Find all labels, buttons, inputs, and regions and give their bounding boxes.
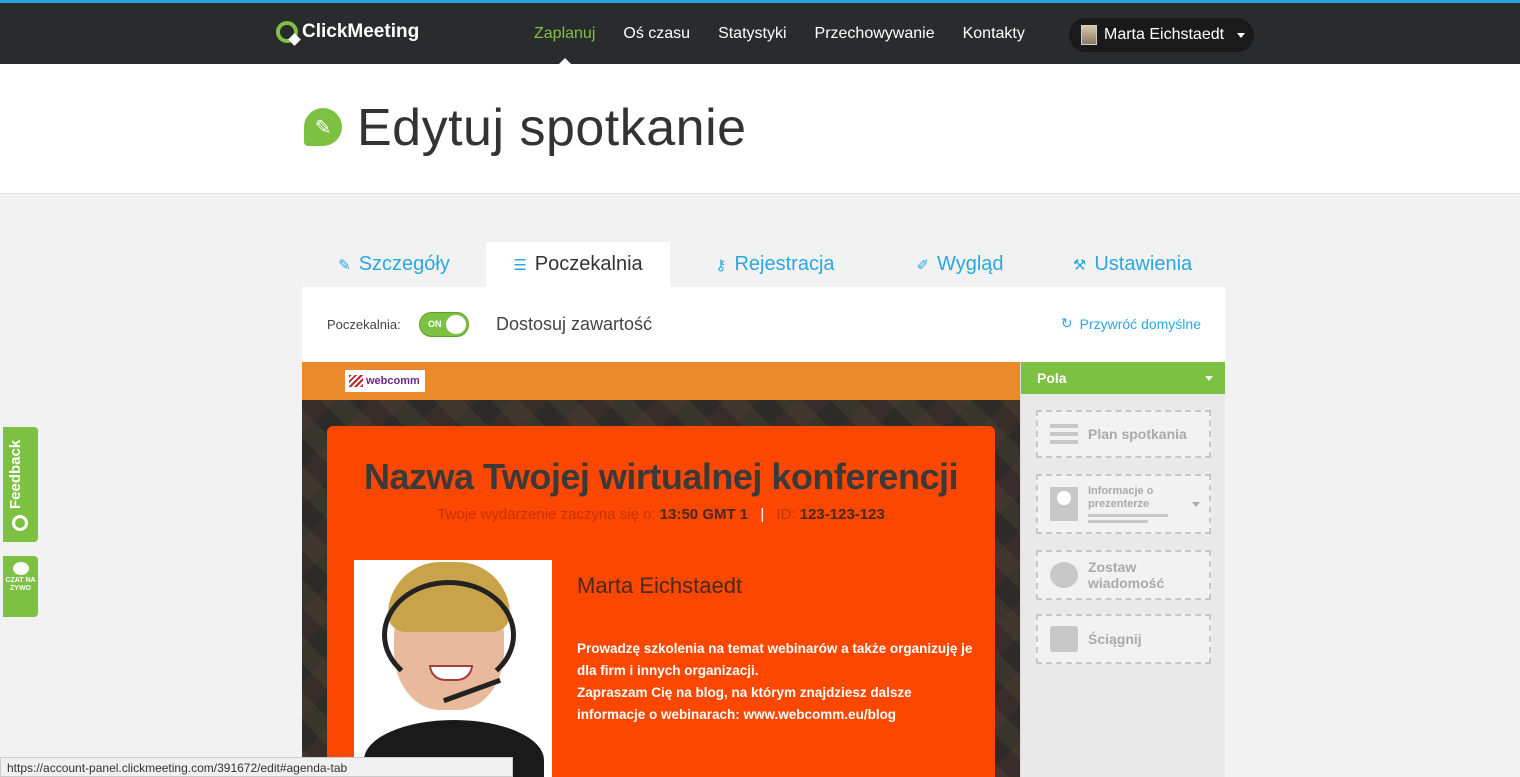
bio-line: Prowadzę szkolenia na temat webinarów a … [577, 641, 973, 678]
starts-time: 13:50 GMT 1 [659, 506, 749, 523]
tab-details[interactable]: ✎ Szczegóły [302, 242, 486, 287]
event-card: Nazwa Twojej wirtualnej konferencji Twoj… [327, 426, 995, 777]
feedback-icon [12, 515, 28, 531]
tab-label: Ustawienia [1094, 253, 1193, 275]
presenter-bio: Prowadzę szkolenia na temat webinarów a … [577, 638, 977, 726]
field-label: Zostaw wiadomość [1088, 559, 1165, 591]
field-label: Plan spotkania [1088, 426, 1187, 442]
chat-bubble-icon [12, 562, 29, 575]
panel-toolbar: Poczekalnia: ON Dostosuj zawartość ↻ Prz… [302, 287, 1225, 362]
waiting-room-toggle[interactable]: ON [419, 312, 469, 337]
key-icon: ⚷ [715, 256, 727, 274]
user-icon [1050, 487, 1078, 521]
starts-label: Twoje wydarzenie zaczyna się o: [437, 506, 656, 523]
main-menu: Zaplanuj Oś czasu Statystyki Przechowywa… [520, 3, 1039, 64]
clickmeeting-logo[interactable]: ClickMeeting [276, 21, 419, 43]
live-chat-tab[interactable]: CZAT NA ŻYWO [3, 556, 38, 617]
toggle-knob [446, 315, 466, 334]
tab-label: Rejestracja [734, 253, 835, 275]
presenter-photo [354, 560, 552, 777]
browser-status-bar: https://account-panel.clickmeeting.com/3… [0, 757, 513, 777]
event-id: 123-123-123 [799, 506, 885, 523]
fields-dropdown[interactable]: Pola [1021, 362, 1225, 394]
nav-item-contacts[interactable]: Kontakty [963, 3, 1025, 64]
avatar [1081, 25, 1097, 45]
list-icon: ☰ [513, 256, 527, 274]
waiting-room-preview: webcomm Nazwa Twojej wirtualnej konferen… [302, 362, 1020, 777]
nav-item-timeline[interactable]: Oś czasu [623, 3, 690, 64]
nav-item-statistics[interactable]: Statystyki [718, 3, 786, 64]
webcomm-logo-icon [349, 375, 363, 387]
caret-down-icon [1192, 501, 1200, 507]
user-name: Marta Eichstaedt [1104, 26, 1225, 43]
toggle-state: ON [428, 319, 442, 329]
refresh-icon: ↻ [1060, 315, 1073, 331]
customize-content-label: Dostosuj zawartość [496, 314, 653, 334]
webcomm-logo: webcomm [345, 370, 425, 392]
top-nav: ClickMeeting Zaplanuj Oś czasu Statystyk… [0, 0, 1520, 64]
tab-registration[interactable]: ⚷ Rejestracja [670, 242, 880, 287]
waiting-room-label: Poczekalnia: [327, 317, 401, 332]
field-agenda[interactable]: Plan spotkania [1036, 410, 1211, 458]
tab-label: Szczegóły [358, 253, 450, 275]
conference-title: Nazwa Twojej wirtualnej konferencji [364, 456, 958, 497]
field-presenter-info[interactable]: Informacje o prezenterze [1036, 474, 1211, 534]
speech-bubble-icon [1050, 562, 1078, 588]
tab-settings[interactable]: ⚒ Ustawienia [1040, 242, 1225, 287]
field-label: Informacje o prezenterze [1088, 485, 1154, 510]
caret-down-icon [1205, 375, 1213, 381]
id-label: ID: [776, 506, 796, 523]
bio-line: Zapraszam Cię na blog, na którym znajdzi… [577, 685, 912, 722]
tab-label: Wygląd [937, 253, 1004, 275]
tab-appearance[interactable]: ✐ Wygląd [880, 242, 1040, 287]
page-header: ✎ Edytuj spotkanie [0, 64, 1520, 194]
presenter-name: Marta Eichstaedt [577, 573, 743, 598]
logo-text: ClickMeeting [302, 21, 420, 42]
user-menu[interactable]: Marta Eichstaedt [1069, 18, 1254, 52]
field-leave-message[interactable]: Zostaw wiadomość [1036, 550, 1211, 600]
edit-icon: ✎ [304, 108, 342, 146]
list-icon [1050, 424, 1078, 444]
waiting-room-panel: Poczekalnia: ON Dostosuj zawartość ↻ Prz… [302, 287, 1225, 777]
event-info: Twoje wydarzenie zaczyna się o: 13:50 GM… [437, 506, 885, 523]
live-chat-label: CZAT NA ŻYWO [5, 577, 36, 592]
webcomm-logo-text: webcomm [366, 375, 420, 387]
nav-item-storage[interactable]: Przechowywanie [815, 3, 935, 64]
tab-bar: ✎ Szczegóły ☰ Poczekalnia ⚷ Rejestracja … [302, 242, 1225, 287]
feedback-tab[interactable]: Feedback [3, 427, 38, 542]
field-download[interactable]: Ściągnij [1036, 614, 1211, 664]
preview-header-bar: webcomm [302, 362, 1020, 400]
page-title: Edytuj spotkanie [357, 99, 747, 157]
restore-defaults-link[interactable]: ↻ Przywróć domyślne [1061, 315, 1201, 332]
tab-waiting-room[interactable]: ☰ Poczekalnia [486, 242, 670, 287]
fields-header: Pola [1037, 370, 1067, 386]
logo-icon [276, 21, 298, 43]
tab-label: Poczekalnia [534, 253, 643, 275]
feedback-label: Feedback [7, 439, 24, 509]
fields-sidebar: Pola Plan spotkania Informacje o prezent… [1020, 362, 1225, 777]
nav-item-schedule[interactable]: Zaplanuj [534, 3, 595, 64]
download-tray-icon [1050, 626, 1078, 652]
wrench-icon: ⚒ [1072, 256, 1087, 274]
restore-label: Przywróć domyślne [1079, 315, 1201, 332]
pencil-icon: ✎ [338, 256, 351, 274]
brush-icon: ✐ [916, 256, 930, 274]
field-label: Ściągnij [1088, 631, 1142, 647]
caret-down-icon [1237, 32, 1246, 38]
